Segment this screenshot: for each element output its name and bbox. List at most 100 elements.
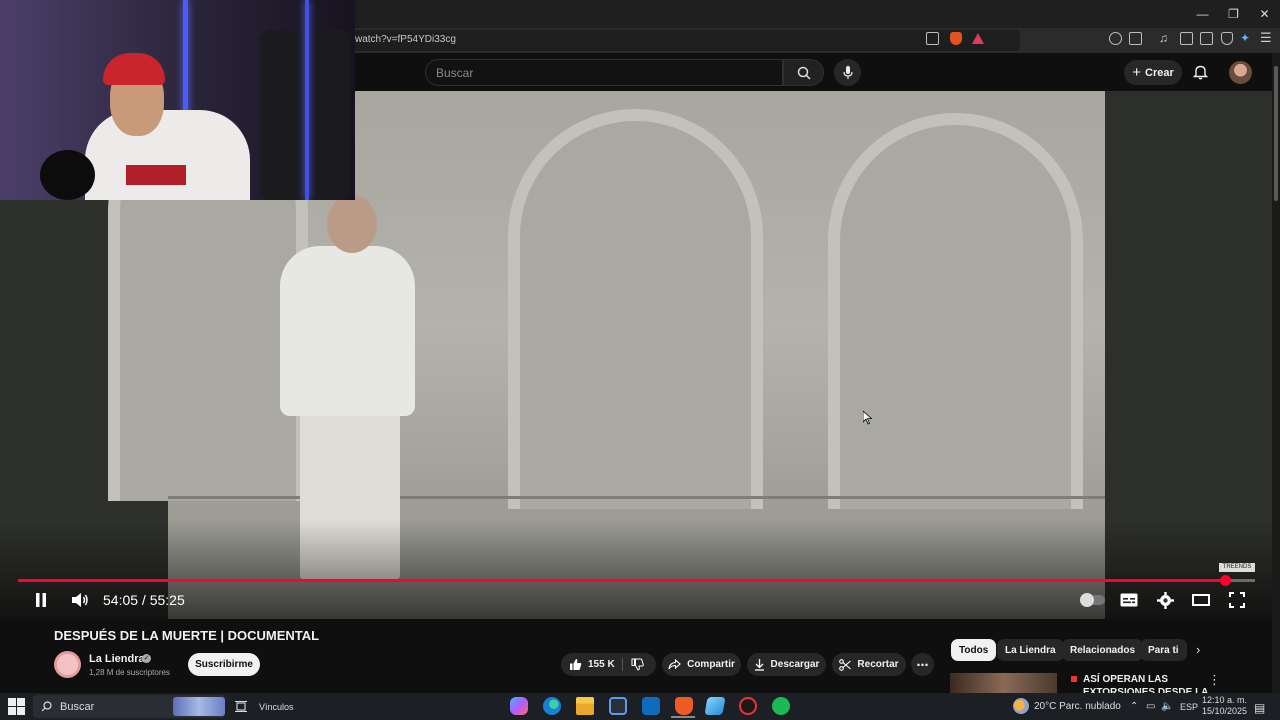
close-window-button[interactable]: ✕ xyxy=(1249,0,1280,28)
brave-browser-icon[interactable] xyxy=(675,697,693,715)
chip-para-ti[interactable]: Para ti xyxy=(1140,639,1187,661)
create-button[interactable]: + Crear xyxy=(1124,60,1182,85)
arch-center xyxy=(508,109,763,509)
arch-right xyxy=(828,113,1083,509)
shirt-logo xyxy=(126,165,186,185)
search-placeholder: Buscar xyxy=(436,66,474,80)
obs-recorder-icon[interactable] xyxy=(739,697,757,715)
clock-time: 12:10 a. m. xyxy=(1202,695,1248,705)
leo-ai-icon[interactable]: ✦ xyxy=(1240,31,1250,45)
led-strip-right xyxy=(305,0,309,200)
clip-button[interactable]: Recortar xyxy=(832,653,906,676)
notes-app-icon[interactable] xyxy=(704,697,726,715)
microsoft-store-icon[interactable] xyxy=(609,697,627,715)
brave-shield-icon[interactable] xyxy=(950,32,962,45)
menu-icon[interactable]: ☰ xyxy=(1260,30,1272,46)
thumbs-up-icon[interactable] xyxy=(569,658,582,671)
speaker-icon[interactable]: 🔈 xyxy=(1161,701,1173,712)
screenshot-icon[interactable] xyxy=(1129,32,1142,45)
subtitles-button[interactable] xyxy=(1119,591,1139,609)
search-icon xyxy=(797,66,811,80)
thumbs-down-icon[interactable] xyxy=(631,658,644,671)
plus-icon: + xyxy=(1132,64,1141,81)
weather-icon[interactable] xyxy=(1013,698,1029,714)
gear-icon xyxy=(1156,591,1174,609)
more-vertical-icon[interactable]: ⋮ xyxy=(1208,672,1221,688)
theater-icon xyxy=(1192,594,1210,606)
edge-icon[interactable] xyxy=(543,697,561,715)
notification-center-icon[interactable]: ▤ xyxy=(1254,701,1265,715)
like-divider xyxy=(622,658,623,671)
file-explorer-icon[interactable] xyxy=(576,697,594,715)
share-icon xyxy=(668,659,681,670)
webcam-overlay xyxy=(0,0,355,200)
restore-button[interactable]: ❐ xyxy=(1218,0,1249,28)
verified-check-icon: ✓ xyxy=(142,654,151,663)
chip-todos[interactable]: Todos xyxy=(951,639,997,661)
subscribe-button[interactable]: Suscribirme xyxy=(188,653,260,676)
theater-mode-button[interactable] xyxy=(1191,591,1211,609)
recommended-title[interactable]: ASÍ OPERAN LAS EXTORSIONES DESDE LA xyxy=(1083,673,1208,693)
autoplay-toggle[interactable] xyxy=(1079,591,1106,609)
search-button[interactable] xyxy=(783,59,824,86)
channel-name[interactable]: La Liendra xyxy=(89,653,145,665)
share-button[interactable]: Compartir xyxy=(662,653,741,676)
settings-button[interactable] xyxy=(1155,591,1175,609)
like-count[interactable]: 155 K xyxy=(588,659,615,670)
clip-label: Recortar xyxy=(857,659,899,670)
active-app-indicator xyxy=(671,716,695,718)
input-language[interactable]: ESP xyxy=(1180,702,1198,712)
more-horizontal-icon: ⋯ xyxy=(916,657,929,672)
weather-text[interactable]: 20°C Parc. nublado xyxy=(1034,701,1121,712)
sidebar-icon[interactable] xyxy=(1180,32,1193,45)
share-label: Compartir xyxy=(687,659,735,670)
microphone-icon xyxy=(842,65,853,79)
voice-search-button[interactable] xyxy=(834,59,861,86)
fullscreen-button[interactable] xyxy=(1227,591,1247,609)
recommended-title-line1: ASÍ OPERAN LAS xyxy=(1083,674,1169,685)
taskbar-search-label: Buscar xyxy=(60,701,95,713)
search-highlight-image xyxy=(173,697,225,716)
video-title: DESPUÉS DE LA MUERTE | DOCUMENTAL xyxy=(54,628,320,643)
chip-la-liendra[interactable]: La Liendra xyxy=(997,639,1064,661)
create-label: Crear xyxy=(1145,66,1174,79)
volume-button[interactable] xyxy=(70,591,90,609)
chevron-right-icon[interactable]: › xyxy=(1196,642,1200,657)
download-button[interactable]: Descargar xyxy=(747,653,826,676)
cast-icon[interactable] xyxy=(926,32,939,45)
media-control-icon[interactable]: ♫ xyxy=(1159,31,1168,45)
spotify-icon[interactable] xyxy=(772,697,790,715)
more-actions-button[interactable]: ⋯ xyxy=(911,653,934,676)
search-input[interactable] xyxy=(425,59,783,86)
extensions-icon[interactable] xyxy=(1109,32,1122,45)
vpn-shield-icon[interactable] xyxy=(1221,32,1233,45)
task-view-icon[interactable] xyxy=(235,701,247,712)
network-icon[interactable]: ▭ xyxy=(1146,701,1155,712)
scissors-icon xyxy=(839,658,852,671)
live-badge-icon xyxy=(1071,676,1077,682)
taskbar-clock[interactable]: 12:10 a. m. 15/10/2025 xyxy=(1202,695,1247,717)
recommended-thumbnail[interactable] xyxy=(950,673,1057,693)
minimize-button[interactable]: — xyxy=(1187,0,1218,28)
mouse-cursor-icon xyxy=(863,411,872,425)
wallet-icon[interactable] xyxy=(1200,32,1213,45)
links-toolbar-label[interactable]: Vínculos xyxy=(259,702,294,712)
notifications-bell-icon[interactable] xyxy=(1193,64,1208,80)
subtitles-icon xyxy=(1120,593,1138,607)
toggle-knob xyxy=(1080,593,1094,607)
subscriber-count: 1,28 M de suscriptores xyxy=(89,668,170,677)
channel-avatar[interactable] xyxy=(54,651,81,678)
copilot-icon[interactable] xyxy=(510,697,528,715)
windows-start-icon[interactable] xyxy=(8,698,25,715)
tray-overflow-icon[interactable]: ⌃ xyxy=(1130,701,1138,712)
pause-button[interactable] xyxy=(31,591,51,609)
brave-rewards-icon[interactable] xyxy=(972,33,984,44)
channel-watermark: TREENDS xyxy=(1219,563,1255,572)
volume-icon xyxy=(72,593,88,607)
chip-relacionados[interactable]: Relacionados xyxy=(1062,639,1144,661)
scrollbar-thumb[interactable] xyxy=(1274,66,1278,201)
account-avatar[interactable] xyxy=(1229,61,1252,84)
time-display: 54:05 / 55:25 xyxy=(103,592,185,608)
microphone xyxy=(40,150,95,200)
outlook-icon[interactable] xyxy=(642,697,660,715)
